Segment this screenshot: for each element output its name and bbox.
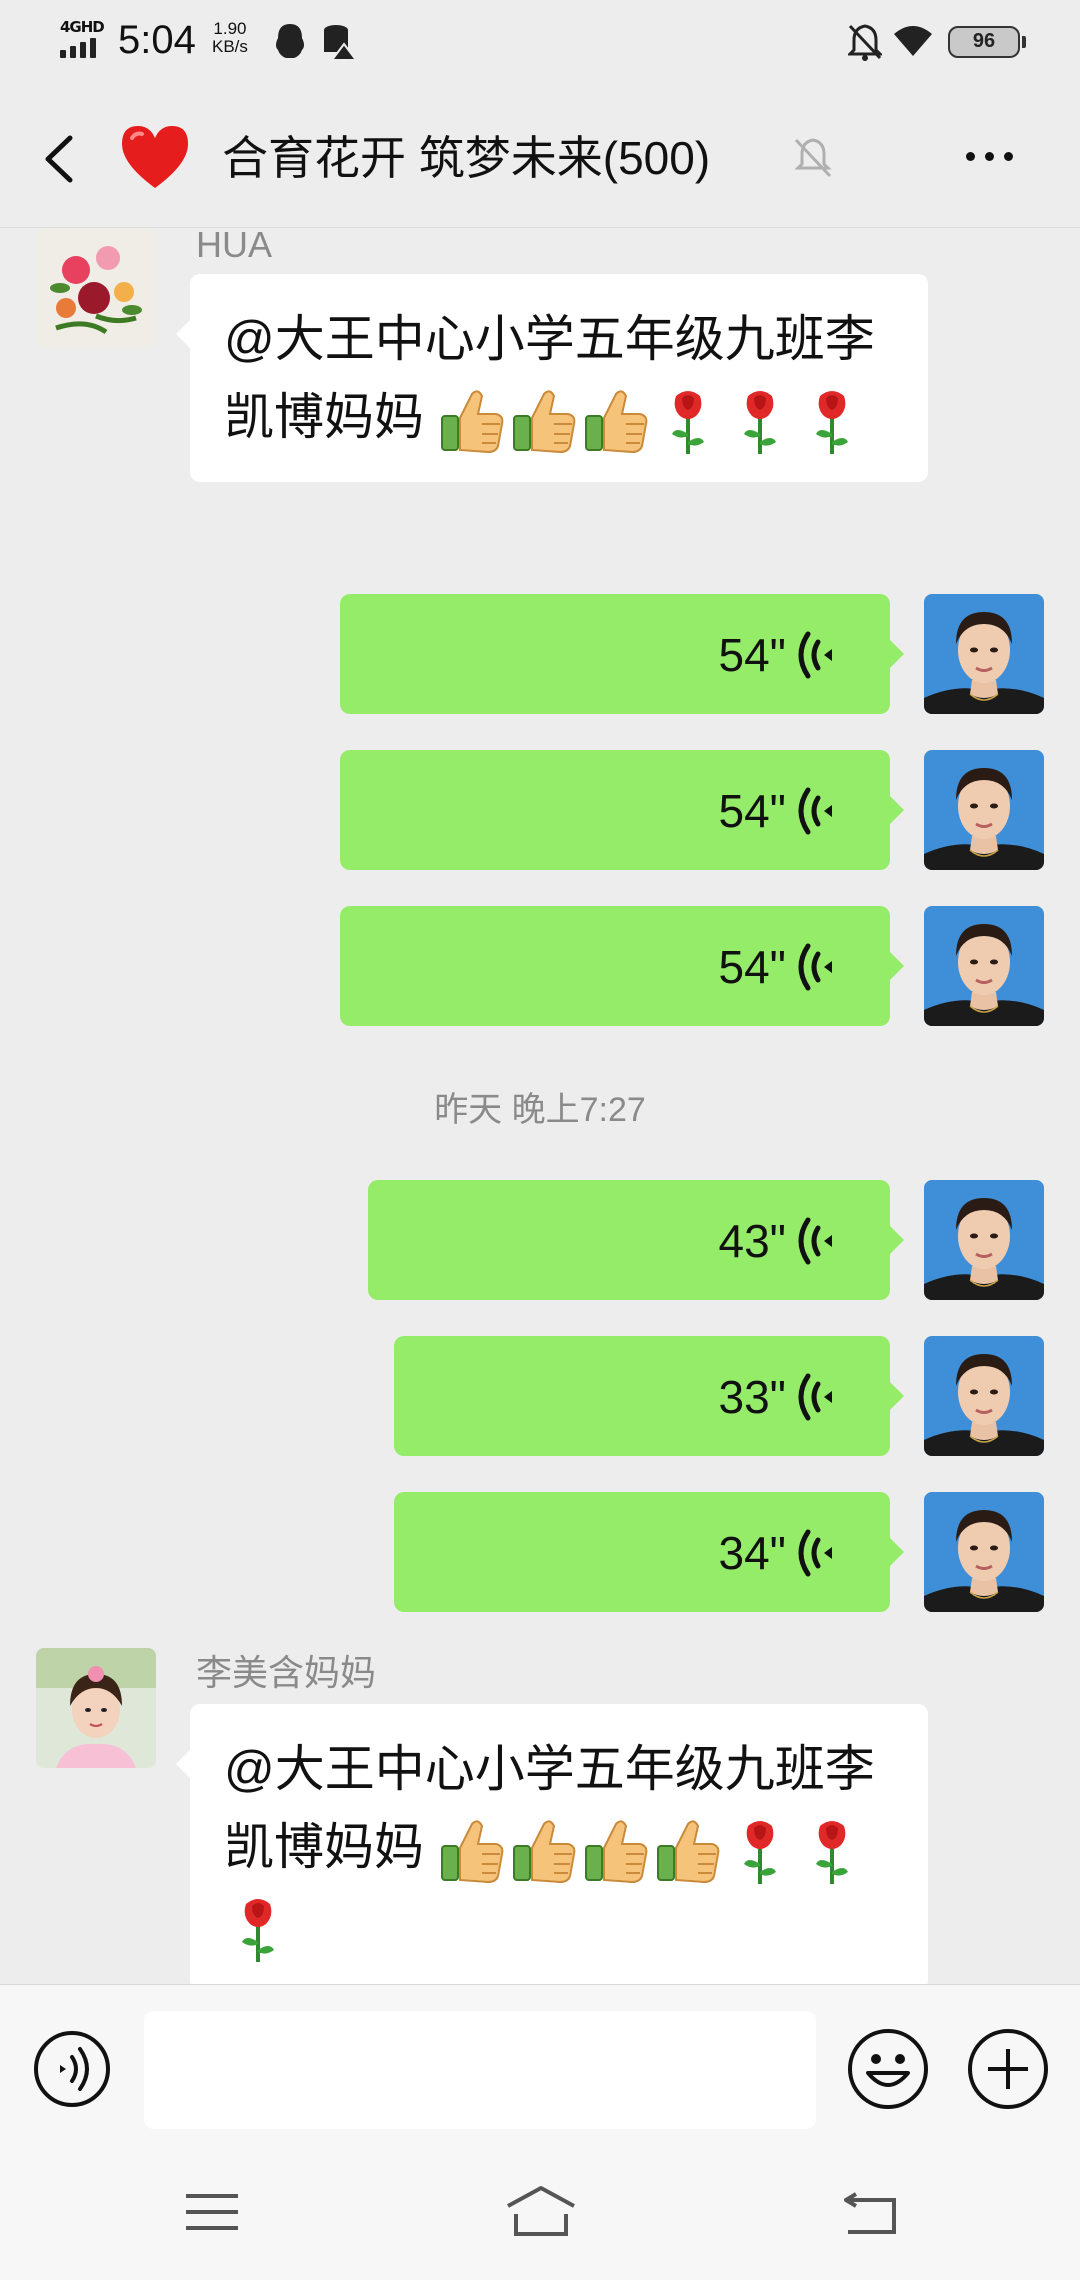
voice-wave-icon: [794, 1216, 840, 1266]
chat-header: 合育花开 筑梦未来(500): [0, 84, 1080, 228]
sender-name: 李美含妈妈: [196, 1652, 377, 1693]
mute-bell-icon: [848, 24, 882, 61]
net-speed-unit: KB/s: [212, 37, 248, 56]
thumbs-up-emoji: [654, 1816, 722, 1886]
avatar-hua[interactable]: [36, 228, 156, 348]
battery-icon: 96: [948, 26, 1026, 58]
net-speed-value: 1.90: [213, 19, 247, 38]
text-message-bubble[interactable]: @大王中心小学五年级九班李凯博妈妈: [176, 274, 928, 482]
voice-duration: 54": [718, 785, 787, 837]
my-avatar[interactable]: [924, 750, 1044, 870]
voice-message-bubble[interactable]: 54": [340, 750, 904, 870]
portrait-avatar: [924, 906, 1044, 1026]
my-avatar[interactable]: [924, 1180, 1044, 1300]
rose-emoji: [798, 1816, 866, 1886]
voice-message-bubble[interactable]: 54": [340, 594, 904, 714]
voice-duration: 54": [718, 941, 787, 993]
rose-emoji: [726, 386, 794, 456]
thumbs-up-emoji: [582, 386, 650, 456]
voice-wave-icon: [794, 942, 840, 992]
voice-wave-icon: [794, 1372, 840, 1422]
back-arrow-icon[interactable]: [36, 124, 86, 194]
portrait-avatar: [924, 750, 1044, 870]
back-icon[interactable]: [842, 2186, 898, 2236]
sender-name: HUA: [196, 228, 273, 265]
input-bar: [0, 1984, 1080, 2140]
voice-duration: 33": [718, 1371, 787, 1423]
heart-emoji: [122, 126, 188, 188]
thumbs-up-emoji: [438, 386, 506, 456]
emoji-icon[interactable]: [846, 2027, 930, 2111]
plus-icon[interactable]: [966, 2027, 1050, 2111]
network-type: 4GHD: [60, 18, 105, 36]
portrait-avatar: [924, 1180, 1044, 1300]
rose-emoji: [224, 1894, 292, 1964]
voice-message-bubble[interactable]: 33": [394, 1336, 904, 1456]
message-list[interactable]: HUA @大王中心小学五年级九班李凯博妈妈 54" 54" 54" 昨天 晚上7…: [0, 228, 1080, 1984]
home-icon[interactable]: [504, 2184, 578, 2238]
voice-wave-icon: [794, 630, 840, 680]
girl-photo-avatar: [36, 1648, 156, 1768]
voice-duration: 43": [718, 1215, 787, 1267]
portrait-avatar: [924, 594, 1044, 714]
mute-icon: [794, 138, 832, 178]
qq-icon: [276, 24, 304, 58]
flower-painting-avatar: [36, 228, 156, 348]
menu-icon[interactable]: [184, 2190, 240, 2234]
my-avatar[interactable]: [924, 1492, 1044, 1612]
text-message-bubble[interactable]: @大王中心小学五年级九班李凯博妈妈: [176, 1704, 928, 1984]
more-icon[interactable]: [966, 136, 1026, 176]
voice-message-bubble[interactable]: 43": [368, 1180, 904, 1300]
portrait-avatar: [924, 1336, 1044, 1456]
thumbs-up-emoji: [510, 1816, 578, 1886]
voice-message-bubble[interactable]: 34": [394, 1492, 904, 1612]
message-input[interactable]: [144, 2011, 816, 2129]
database-alert-icon: [324, 25, 358, 61]
voice-wave-icon: [794, 786, 840, 836]
avatar-limeihan-mom[interactable]: [36, 1648, 156, 1768]
message-timestamp: 昨天 晚上7:27: [434, 1091, 646, 1129]
thumbs-up-emoji: [438, 1816, 506, 1886]
clock: 5:04: [118, 18, 196, 62]
my-avatar[interactable]: [924, 906, 1044, 1026]
voice-input-icon[interactable]: [32, 2029, 112, 2109]
chat-title: 合育花开 筑梦未来(500): [222, 132, 711, 184]
my-avatar[interactable]: [924, 594, 1044, 714]
portrait-avatar: [924, 1492, 1044, 1612]
signal-icon: [60, 38, 96, 58]
system-nav-bar: [0, 2140, 1080, 2280]
net-speed: 1.90 KB/s: [212, 20, 248, 56]
rose-emoji: [654, 386, 722, 456]
rose-emoji: [798, 386, 866, 456]
wifi-icon: [894, 26, 932, 56]
thumbs-up-emoji: [582, 1816, 650, 1886]
voice-duration: 54": [718, 629, 787, 681]
voice-wave-icon: [794, 1528, 840, 1578]
my-avatar[interactable]: [924, 1336, 1044, 1456]
rose-emoji: [726, 1816, 794, 1886]
voice-duration: 34": [718, 1527, 787, 1579]
voice-message-bubble[interactable]: 54": [340, 906, 904, 1026]
status-bar: 4GHD 5:04 1.90 KB/s 96: [0, 0, 1080, 84]
thumbs-up-emoji: [510, 386, 578, 456]
